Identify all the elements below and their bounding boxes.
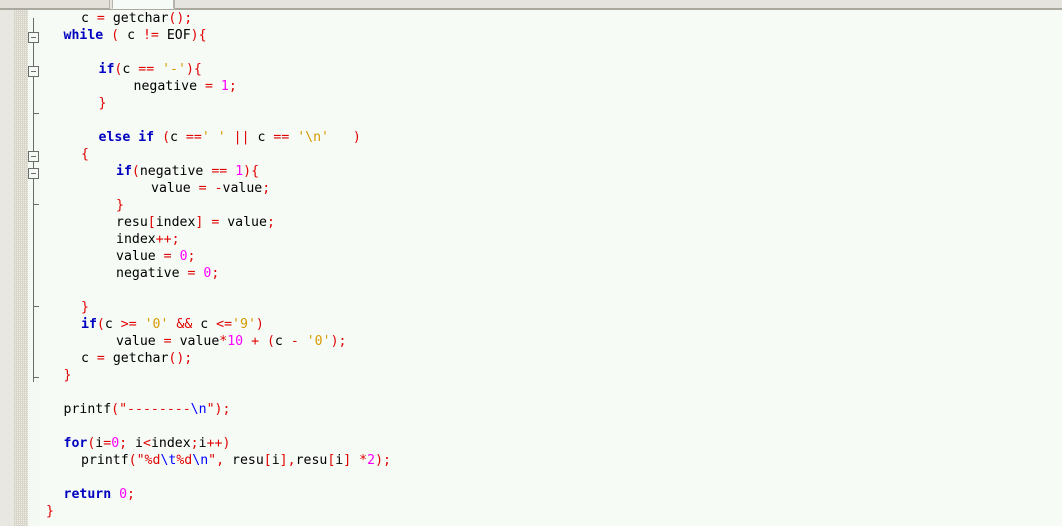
fold-collapse-icon[interactable]	[28, 168, 39, 179]
code-line[interactable]: value = value*10 + (c - '0');	[116, 333, 346, 350]
code-line[interactable]: negative = 0;	[116, 265, 219, 282]
code-line[interactable]: value = -value;	[151, 180, 270, 197]
code-editor-window: c = getchar(); while ( c != EOF){if(c == …	[0, 0, 1062, 526]
fold-end-tick-icon	[33, 113, 39, 114]
code-line[interactable]: }	[64, 367, 72, 384]
code-line[interactable]: {	[81, 146, 89, 163]
editor-tab-bar-filler	[174, 0, 1062, 9]
code-line[interactable]: if(c >= '0' && c <='9')	[81, 316, 264, 333]
code-line[interactable]: resu[index] = value;	[116, 214, 275, 231]
code-line[interactable]: for(i=0; i<index;i++)	[64, 435, 231, 452]
code-line[interactable]: if(negative == 1){	[116, 163, 259, 180]
code-line[interactable]: negative = 1;	[134, 78, 237, 95]
fold-end-tick-icon	[33, 306, 39, 307]
code-line[interactable]: c = getchar();	[81, 10, 192, 27]
editor-selection-margin[interactable]	[0, 10, 14, 526]
editor-tab-inactive-left[interactable]	[0, 0, 110, 9]
editor-body: c = getchar(); while ( c != EOF){if(c == …	[0, 10, 1062, 526]
code-line[interactable]: printf("%d\t%d\n", resu[i],resu[i] *2);	[81, 452, 391, 469]
code-line[interactable]: }	[99, 95, 107, 112]
code-line[interactable]: return 0;	[64, 486, 136, 503]
code-line[interactable]: value = 0;	[116, 248, 195, 265]
code-line[interactable]: c = getchar();	[81, 350, 192, 367]
editor-change-margin[interactable]	[14, 10, 28, 526]
editor-code-area[interactable]: c = getchar(); while ( c != EOF){if(c == …	[40, 10, 1062, 526]
fold-collapse-icon[interactable]	[28, 32, 39, 43]
code-line[interactable]: printf("--------\n");	[64, 401, 231, 418]
code-line[interactable]: }	[81, 299, 89, 316]
code-line[interactable]: while ( c != EOF){	[64, 27, 207, 44]
code-line[interactable]: }	[46, 503, 54, 520]
code-line[interactable]: }	[116, 197, 124, 214]
editor-fold-column[interactable]	[28, 10, 40, 526]
fold-collapse-icon[interactable]	[28, 151, 39, 162]
fold-end-tick-icon	[33, 204, 39, 205]
editor-tab-active[interactable]	[112, 0, 174, 9]
fold-collapse-icon[interactable]	[28, 66, 39, 77]
fold-end-tick-icon	[33, 377, 39, 378]
editor-tab-bar	[0, 0, 1062, 10]
code-line[interactable]: index++;	[116, 231, 180, 248]
code-line[interactable]: else if (c ==' ' || c == '\n' )	[99, 129, 361, 146]
code-line[interactable]: if(c == '-'){	[99, 61, 202, 78]
